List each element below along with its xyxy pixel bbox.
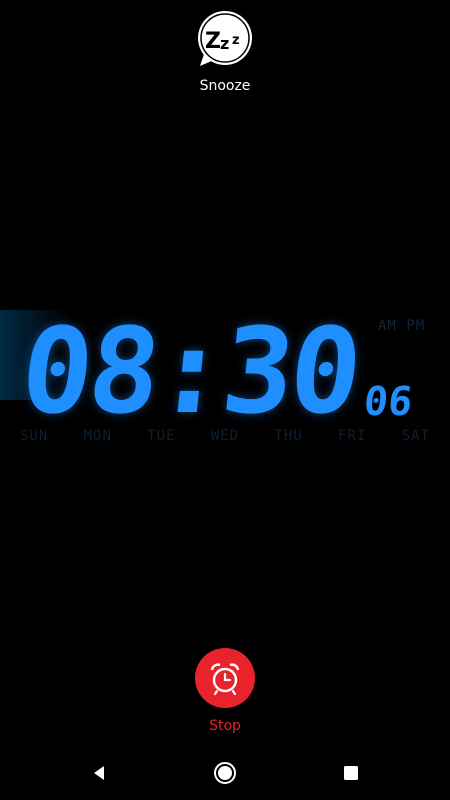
clock-time: 08:30 xyxy=(14,302,365,440)
snooze-label: Snooze xyxy=(199,78,251,94)
stop-label: Stop xyxy=(209,718,241,734)
weekday-indicator: SUN MON TUE WED THU FRI SAT xyxy=(20,428,430,444)
back-button[interactable] xyxy=(86,760,112,786)
snooze-control[interactable]: Z z z Snooze xyxy=(0,8,450,94)
snooze-icon[interactable]: Z z z xyxy=(194,8,256,70)
system-navigation-bar xyxy=(0,746,450,800)
weekday-label: FRI xyxy=(338,428,367,444)
stop-control[interactable]: Stop xyxy=(0,648,450,734)
back-icon xyxy=(94,766,104,780)
alarm-clock-icon xyxy=(210,663,240,696)
digital-clock: 08:30 AM PM 06 SUN MON TUE WED THU FRI S… xyxy=(0,300,450,480)
recents-button[interactable] xyxy=(338,760,364,786)
svg-text:z: z xyxy=(232,33,240,48)
recents-icon xyxy=(344,766,358,780)
weekday-label: SUN xyxy=(20,428,49,444)
clock-ampm-indicator: AM PM xyxy=(378,318,426,334)
weekday-label: TUE xyxy=(147,428,176,444)
clock-seconds: 06 xyxy=(361,379,415,425)
stop-button[interactable] xyxy=(195,648,255,708)
weekday-label: MON xyxy=(83,428,112,444)
svg-text:Z: Z xyxy=(205,29,221,54)
home-button[interactable] xyxy=(212,760,238,786)
weekday-label: WED xyxy=(210,428,240,444)
svg-text:z: z xyxy=(220,34,229,53)
home-icon xyxy=(214,762,236,784)
weekday-label: SAT xyxy=(401,428,430,444)
weekday-label: THU xyxy=(274,428,303,444)
